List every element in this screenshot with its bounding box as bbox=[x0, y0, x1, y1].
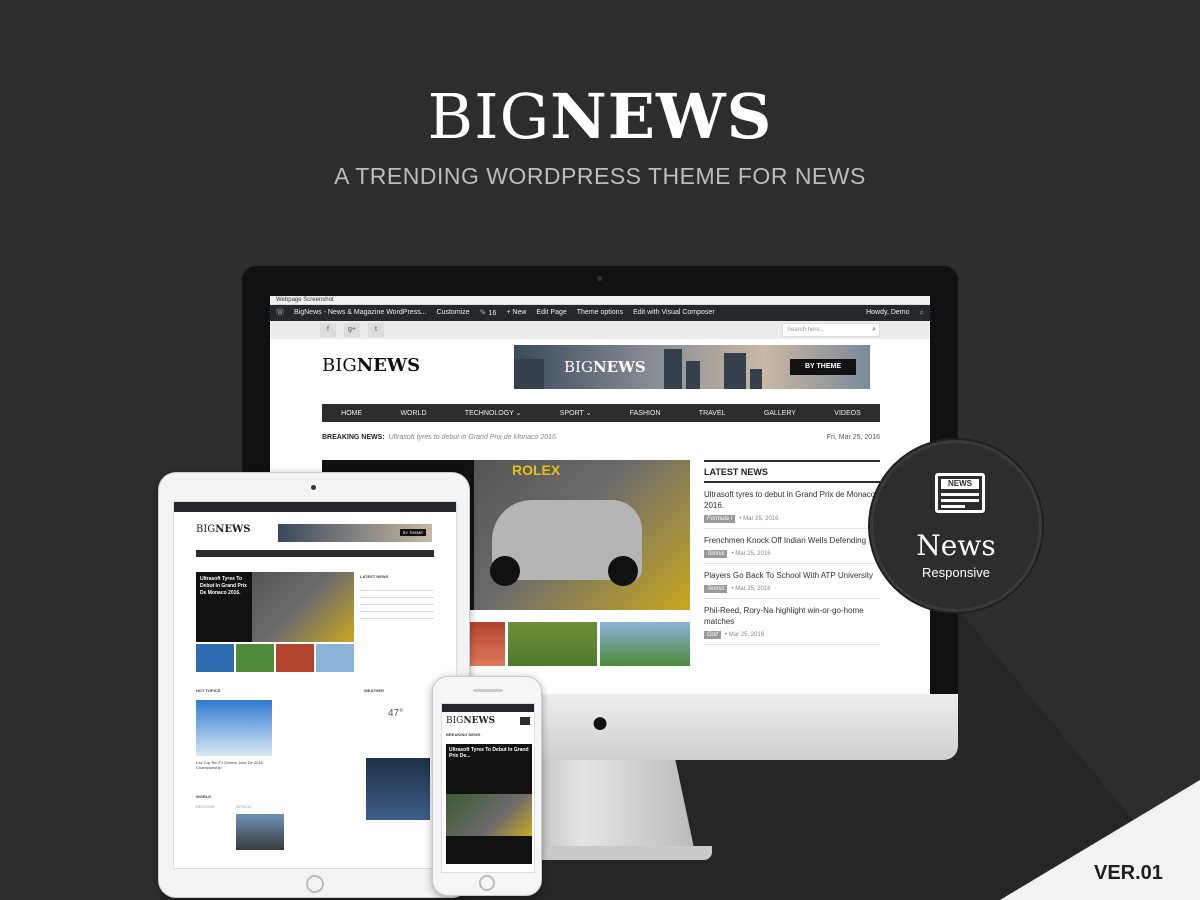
list-item[interactable]: Players Go Back To School With ATP Unive… bbox=[704, 564, 880, 599]
hero-title: BIGNEWS bbox=[427, 80, 773, 153]
admin-comments[interactable]: ✎ 16 bbox=[480, 305, 497, 322]
tablet-device: BIGNEWS BY THEME Ultrasoft Tyres To Debu… bbox=[158, 472, 470, 898]
menu-icon[interactable] bbox=[520, 717, 530, 725]
phone-home-button[interactable] bbox=[479, 875, 495, 891]
tablet-weather: WEATHER bbox=[364, 688, 384, 693]
brand-row: BIGNEWS BIGNEWS BY THEME bbox=[270, 339, 930, 399]
tablet-ad[interactable] bbox=[366, 758, 430, 820]
tablet-temp: 47° bbox=[388, 708, 404, 719]
tag-badge[interactable]: Formula I bbox=[704, 515, 736, 523]
breaking-label: BREAKING NEWS: bbox=[322, 434, 385, 441]
tablet-banner[interactable]: BY THEME bbox=[278, 524, 432, 542]
admin-edit-page[interactable]: Edit Page bbox=[536, 305, 566, 321]
facebook-icon[interactable]: f bbox=[320, 323, 336, 337]
list-item[interactable]: Frenchmen Knock Off Indian Wells Defendi… bbox=[704, 529, 880, 564]
wordpress-icon[interactable]: Ⓦ bbox=[276, 305, 284, 321]
newspaper-icon: NEWS bbox=[935, 473, 985, 513]
list-item[interactable]: Ultrasoft tyres to debut in Grand Prix d… bbox=[704, 483, 880, 529]
admin-edit-composer[interactable]: Edit with Visual Composer bbox=[633, 305, 715, 321]
search-icon[interactable]: ⌕ bbox=[920, 305, 924, 321]
header-banner[interactable]: BIGNEWS BY THEME bbox=[514, 345, 870, 389]
nav-sport[interactable]: SPORT ⌄ bbox=[560, 409, 592, 417]
tag-badge[interactable]: Tennis bbox=[704, 585, 728, 593]
list-item[interactable]: Phil-Reed, Rory-Na highlight win-or-go-h… bbox=[704, 599, 880, 645]
twitter-icon[interactable]: t bbox=[368, 323, 384, 337]
current-date: Fri, Mar 25, 2016 bbox=[826, 434, 880, 441]
phone-device: BIGNEWS BREAKING NEWS Ultrasoft Tyres To… bbox=[432, 676, 542, 896]
tablet-world-image[interactable] bbox=[236, 814, 284, 850]
tablet-screen: BIGNEWS BY THEME Ultrasoft Tyres To Debu… bbox=[173, 501, 457, 869]
search-icon[interactable]: ⌕ bbox=[872, 324, 876, 336]
nav-technology[interactable]: TECHNOLOGY ⌄ bbox=[465, 409, 522, 417]
admin-bar: Ⓦ BigNews - News & Magazine WordPress...… bbox=[270, 305, 930, 321]
banner-button[interactable]: BY THEME bbox=[790, 359, 856, 375]
window-title: Webpage Screenshot bbox=[270, 296, 930, 305]
site-logo[interactable]: BIGNEWS bbox=[322, 355, 420, 376]
phone-feature[interactable]: Ultrasoft Tyres To Debut In Grand Prix D… bbox=[446, 744, 532, 864]
search-input[interactable]: Search here... ⌕ bbox=[782, 323, 880, 337]
tablet-thumbs bbox=[196, 644, 354, 672]
nav-home[interactable]: HOME bbox=[341, 410, 362, 417]
banner-logo: BIGNEWS bbox=[564, 358, 646, 376]
tablet-hot-topics: HOT TOPICS bbox=[196, 688, 221, 693]
thumb-4[interactable] bbox=[600, 622, 690, 666]
apple-logo-icon: ● bbox=[590, 706, 610, 739]
admin-howdy[interactable]: Howdy, Demo bbox=[866, 305, 909, 321]
admin-new[interactable]: + New bbox=[506, 305, 526, 321]
phone-screen: BIGNEWS BREAKING NEWS Ultrasoft Tyres To… bbox=[441, 703, 535, 873]
thumb-3[interactable] bbox=[507, 622, 598, 666]
hero-subtitle: A TRENDING WORDPRESS THEME FOR NEWS bbox=[334, 163, 866, 189]
breaking-link[interactable]: Ultrasoft tyres to debut in Grand Prix d… bbox=[389, 434, 558, 441]
tablet-nav[interactable] bbox=[196, 550, 434, 557]
tablet-ski-image[interactable] bbox=[196, 700, 272, 756]
news-responsive-badge: NEWS News Responsive bbox=[870, 440, 1042, 612]
social-bar: f g+ t Search here... ⌕ bbox=[270, 321, 930, 339]
phone-logo[interactable]: BIGNEWS bbox=[446, 716, 495, 726]
admin-customize[interactable]: Customize bbox=[437, 305, 470, 321]
tag-badge[interactable]: Golf bbox=[704, 631, 722, 639]
version-label: VER.01 bbox=[1094, 862, 1163, 884]
latest-heading: LATEST NEWS bbox=[704, 460, 880, 483]
badge-title: News bbox=[916, 529, 996, 562]
google-plus-icon[interactable]: g+ bbox=[344, 323, 360, 337]
main-nav: HOME WORLD TECHNOLOGY ⌄ SPORT ⌄ FASHION … bbox=[322, 404, 880, 422]
admin-site-link[interactable]: BigNews - News & Magazine WordPress... bbox=[294, 305, 427, 321]
camera-dot bbox=[597, 276, 602, 281]
rolex-sign: ROLEX bbox=[512, 462, 561, 478]
tablet-logo[interactable]: BIGNEWS bbox=[196, 524, 251, 535]
latest-news: LATEST NEWS Ultrasoft tyres to debut in … bbox=[704, 460, 880, 645]
badge-subtitle: Responsive bbox=[922, 565, 990, 580]
tablet-home-button[interactable] bbox=[306, 875, 324, 893]
tablet-feature-image[interactable]: Ultrasoft Tyres To Debut In Grand Prix D… bbox=[196, 572, 354, 642]
nav-travel[interactable]: TRAVEL bbox=[699, 410, 726, 417]
admin-theme-options[interactable]: Theme options bbox=[577, 305, 623, 321]
nav-videos[interactable]: VIDEOS bbox=[834, 410, 860, 417]
nav-world[interactable]: WORLD bbox=[400, 410, 426, 417]
tablet-latest-heading: LATEST NEWS bbox=[360, 574, 389, 579]
comment-icon: ✎ bbox=[479, 307, 489, 317]
nav-gallery[interactable]: GALLERY bbox=[764, 410, 796, 417]
phone-breaking: BREAKING NEWS bbox=[446, 732, 481, 737]
phone-speaker bbox=[473, 689, 503, 692]
breaking-news: BREAKING NEWS: Ultrasoft tyres to debut i… bbox=[322, 434, 880, 441]
tag-badge[interactable]: Tennis bbox=[704, 550, 728, 558]
tablet-camera bbox=[311, 485, 316, 490]
tablet-world: WORLD bbox=[196, 794, 212, 799]
nav-fashion[interactable]: FASHION bbox=[630, 410, 661, 417]
